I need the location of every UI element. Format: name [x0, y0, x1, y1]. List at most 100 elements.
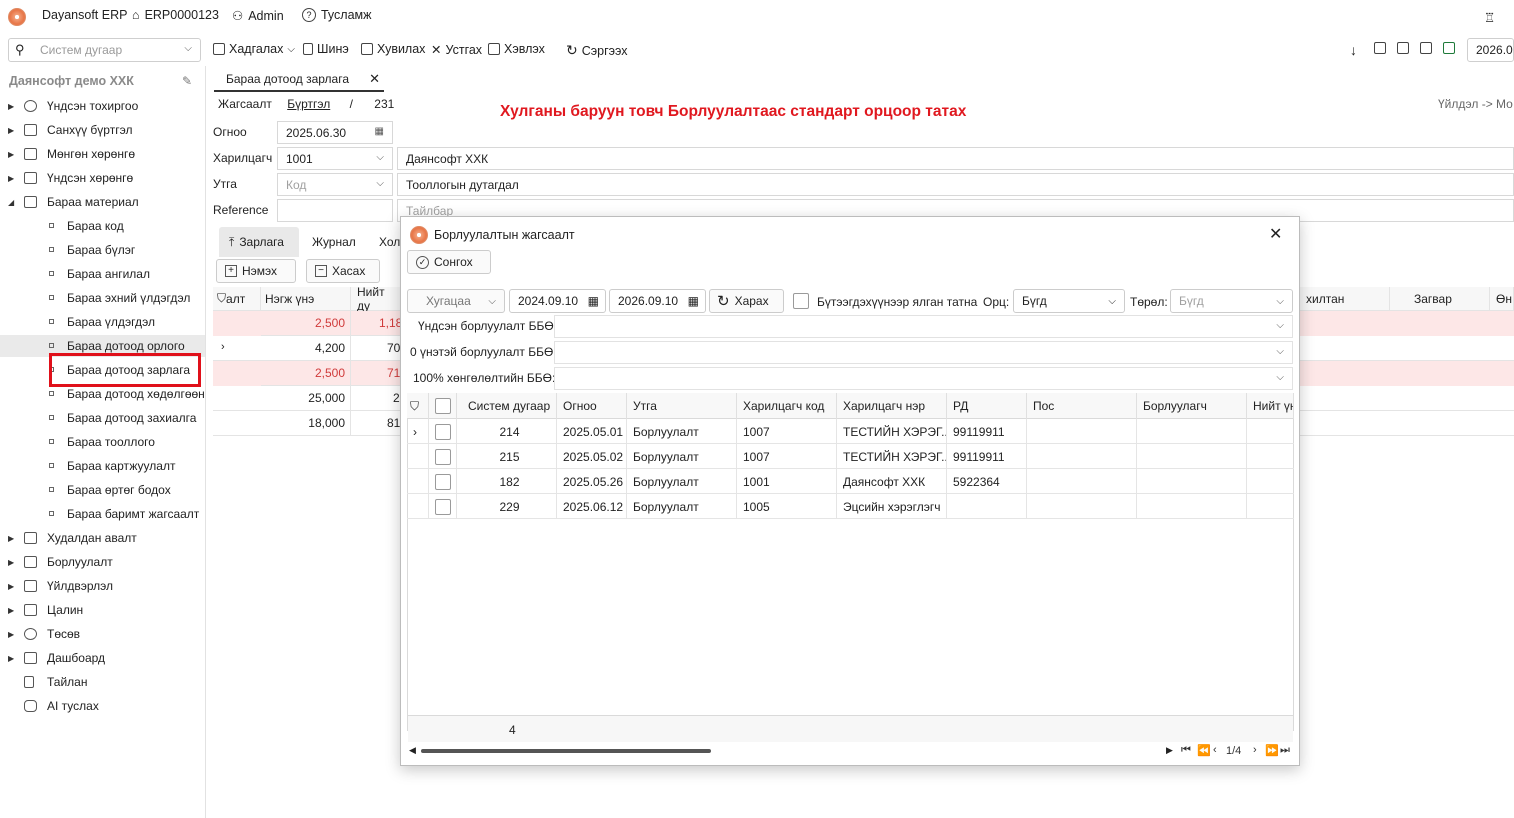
- prev-fast-icon[interactable]: ⏪: [1197, 744, 1211, 757]
- copy-button[interactable]: Хувилах: [361, 42, 425, 56]
- delete-button[interactable]: ✕ Устгах: [431, 42, 482, 58]
- select-button[interactable]: ✓ Сонгох: [407, 250, 491, 274]
- help-button[interactable]: ? Тусламж: [302, 8, 372, 22]
- direction-name-field[interactable]: Тооллогын дутагдал: [397, 173, 1514, 196]
- tab-journal[interactable]: Журнал: [312, 235, 356, 249]
- copy-doc-button[interactable]: [1374, 42, 1386, 54]
- scroll-right-icon[interactable]: ▶: [1166, 745, 1173, 756]
- robot-icon[interactable]: ♖: [1484, 10, 1495, 25]
- sidebar-subitem[interactable]: Бараа код: [0, 215, 205, 237]
- sidebar-item-cash[interactable]: ▶ Мөнгөн хөрөнгө: [0, 143, 205, 165]
- refresh-button[interactable]: ↻ Сэргээх: [566, 42, 628, 59]
- sidebar-subitem[interactable]: Бараа өртөг бодох: [0, 479, 205, 501]
- print-button[interactable]: Хэвлэх: [488, 42, 545, 56]
- sidebar-subitem[interactable]: Бараа картжуулалт: [0, 455, 205, 477]
- table-row[interactable]: › 214 2025.05.01 Борлуулалт 1007 ТЕСТИЙН…: [407, 419, 1294, 444]
- checkbox[interactable]: [435, 423, 451, 440]
- calendar-icon[interactable]: ▦: [588, 294, 599, 308]
- col-date[interactable]: Огноо: [557, 393, 627, 419]
- col-salesperson[interactable]: Борлуулагч: [1137, 393, 1247, 419]
- row-checkbox[interactable]: [429, 444, 457, 469]
- sidebar-item-finance[interactable]: ▶ Санхүү бүртгэл: [0, 119, 205, 141]
- calendar-icon[interactable]: ▦: [375, 126, 384, 137]
- type-select[interactable]: Бүгд ⌵: [1170, 289, 1293, 313]
- date-to-field[interactable]: 2026.09.10 ▦: [609, 289, 706, 313]
- view-button[interactable]: ↻ Харах: [709, 289, 784, 313]
- breadcrumb-register[interactable]: Бүртгэл: [287, 97, 330, 111]
- close-icon[interactable]: ✕: [1269, 224, 1282, 244]
- col-reg-number[interactable]: РД: [947, 393, 1027, 419]
- sidebar-subitem[interactable]: Бараа тооллого: [0, 431, 205, 453]
- horizontal-scrollbar[interactable]: ◀ ▶ ⏮ ⏪ ‹ 1/4 › ⏩ ⏭: [408, 743, 1293, 759]
- chevron-down-icon[interactable]: ⌵: [376, 152, 384, 163]
- last-page-icon[interactable]: ⏭: [1280, 744, 1290, 757]
- col-total[interactable]: Нийт үн: [1247, 393, 1294, 419]
- actions-link[interactable]: Үйлдэл -> Мо: [1438, 97, 1513, 111]
- col-pos[interactable]: Пос: [1027, 393, 1137, 419]
- sidebar-subitem[interactable]: Бараа ангилал: [0, 263, 205, 285]
- row-checkbox[interactable]: [429, 494, 457, 519]
- chevron-down-icon[interactable]: ⌵: [376, 178, 384, 189]
- sidebar-item-sales[interactable]: ▶ Борлуулалт: [0, 551, 205, 573]
- direction-code-field[interactable]: Код ⌵: [277, 173, 393, 196]
- excel-button[interactable]: [1443, 42, 1455, 54]
- grid-header-cell[interactable]: Нийт ду: [351, 285, 401, 313]
- date-field[interactable]: 2025.06.30 ▦: [277, 121, 393, 144]
- split-by-product-checkbox[interactable]: [793, 293, 809, 309]
- download-button[interactable]: ↓: [1350, 42, 1357, 58]
- sidebar-subitem[interactable]: Бараа үлдэгдэл: [0, 311, 205, 333]
- sidebar-item-inventory[interactable]: ◢ Бараа материал: [0, 191, 205, 213]
- checkbox[interactable]: [435, 498, 451, 515]
- paste-button[interactable]: [1397, 42, 1409, 54]
- select-all-checkbox[interactable]: [429, 393, 457, 419]
- new-button[interactable]: Шинэ: [303, 42, 349, 56]
- sidebar-item-assets[interactable]: ▶ Үндсэн хөрөнгө: [0, 167, 205, 189]
- checkbox[interactable]: [435, 448, 451, 465]
- date-from-field[interactable]: 2024.09.10 ▦: [509, 289, 606, 313]
- add-row-button[interactable]: + Нэмэх: [216, 259, 296, 283]
- sidebar-subitem[interactable]: Бараа бүлэг: [0, 239, 205, 261]
- sidebar-item-purchase[interactable]: ▶ Худалдан авалт: [0, 527, 205, 549]
- filter-main-select[interactable]: ⌵: [554, 315, 1293, 338]
- table-row[interactable]: 182 2025.05.26 Борлуулалт 1001 Даянсофт …: [407, 469, 1294, 494]
- source-select[interactable]: Бүгд ⌵: [1013, 289, 1125, 313]
- sidebar-subitem[interactable]: Бараа дотоод хөдөлгөөн: [0, 383, 205, 405]
- filter-icon[interactable]: ⛉: [407, 393, 429, 419]
- close-icon[interactable]: ✕: [369, 71, 380, 87]
- row-checkbox[interactable]: [429, 419, 457, 444]
- sidebar-item-dashboard[interactable]: ▶ Дашбоард: [0, 647, 205, 669]
- sidebar-item-ai[interactable]: AI туслах: [0, 695, 205, 717]
- row-checkbox[interactable]: [429, 469, 457, 494]
- tab-issue[interactable]: ⤒ Зарлага: [219, 227, 299, 257]
- next-fast-icon[interactable]: ⏩: [1265, 744, 1279, 757]
- filter-discount-select[interactable]: ⌵: [554, 367, 1293, 390]
- partner-code-field[interactable]: 1001 ⌵: [277, 147, 393, 170]
- first-page-icon[interactable]: ⏮: [1181, 744, 1191, 757]
- sidebar-item-report[interactable]: Тайлан: [0, 671, 205, 693]
- grid-header-cell[interactable]: Нэгж үнэ: [261, 287, 351, 311]
- pin-icon[interactable]: ✎: [182, 74, 192, 88]
- save-button[interactable]: Хадгалах ⌵: [213, 42, 295, 56]
- col-system-number[interactable]: Систем дугаар: [457, 393, 557, 419]
- sidebar-item-budget[interactable]: ▶ Төсөв: [0, 623, 205, 645]
- tab-more[interactable]: Хол: [379, 235, 400, 249]
- prev-page-icon[interactable]: ‹: [1213, 744, 1217, 756]
- table-row[interactable]: 229 2025.06.12 Борлуулалт 1005 Эцсийн хэ…: [407, 494, 1294, 519]
- sidebar-subitem[interactable]: Бараа дотоод захиалга: [0, 407, 205, 429]
- attach-button[interactable]: [1420, 42, 1432, 54]
- partner-name-field[interactable]: Даянсофт ХХК: [397, 147, 1514, 170]
- period-select[interactable]: Хугацаа ⌵: [407, 289, 505, 313]
- sidebar-subitem[interactable]: Бараа эхний үлдэгдэл: [0, 287, 205, 309]
- next-page-icon[interactable]: ›: [1253, 744, 1257, 756]
- user-button[interactable]: ⚇ Admin: [232, 8, 284, 24]
- scroll-thumb[interactable]: [421, 749, 711, 753]
- sidebar-item-production[interactable]: ▶ Үйлдвэрлэл: [0, 575, 205, 597]
- database-button[interactable]: ⌂ ERP0000123: [132, 8, 219, 22]
- breadcrumb-list[interactable]: Жагсаалт: [218, 97, 272, 111]
- grid-header-cell[interactable]: ⛉ алт: [213, 287, 261, 311]
- grid-header-cell[interactable]: Загвар: [1390, 287, 1490, 311]
- filter-zero-select[interactable]: ⌵: [554, 341, 1293, 364]
- scroll-left-icon[interactable]: ◀: [409, 745, 416, 756]
- system-number-search[interactable]: ⚲ Систем дугаар ⌵: [8, 38, 201, 62]
- reference-field[interactable]: [277, 199, 393, 222]
